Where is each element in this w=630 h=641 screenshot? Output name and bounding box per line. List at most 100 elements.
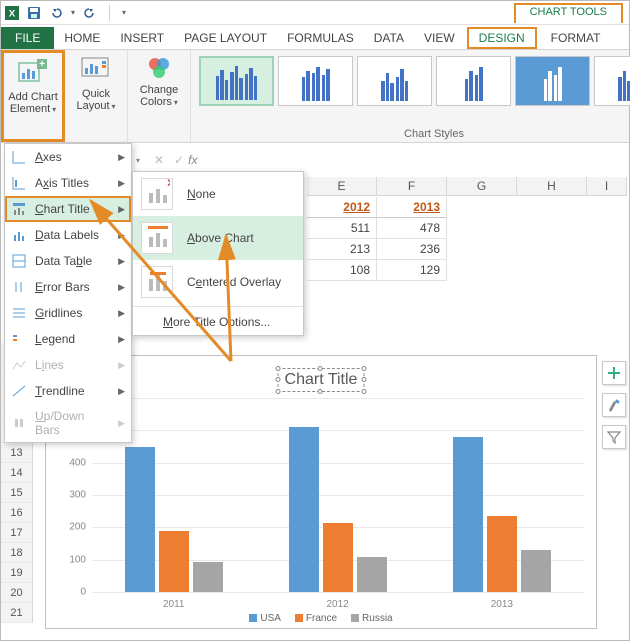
ribbon: + Add Chart Element Quick Layout Change …: [1, 49, 629, 143]
enter-icon[interactable]: ✓: [174, 153, 184, 167]
save-icon[interactable]: [27, 6, 41, 20]
chart-style-2[interactable]: [278, 56, 353, 106]
tab-home[interactable]: HOME: [54, 27, 110, 49]
cell-f3[interactable]: 236: [377, 239, 447, 260]
col-e[interactable]: E: [307, 177, 377, 196]
svg-text:✕: ✕: [166, 179, 170, 190]
chevron-right-icon: ▶: [118, 204, 125, 215]
row-18[interactable]: 18: [1, 543, 33, 563]
change-colors-label: Change Colors: [134, 84, 184, 109]
add-chart-element-menu: Axes ▶ Axis Titles ▶ Chart Title ▶ Data …: [4, 143, 132, 443]
updown-icon: [11, 415, 27, 431]
chart-legend[interactable]: USAFranceRussia: [46, 613, 596, 624]
row-13[interactable]: 13: [1, 443, 33, 463]
chart-filters-button[interactable]: [602, 425, 626, 449]
axis-titles-icon: [11, 175, 27, 191]
submenu-none[interactable]: ✕ None: [133, 172, 303, 216]
chart-title-box[interactable]: Chart Title: [278, 368, 365, 392]
chevron-right-icon: ▶: [118, 360, 125, 371]
tab-formulas[interactable]: FORMULAS: [277, 27, 364, 49]
row-16[interactable]: 16: [1, 503, 33, 523]
cell-f2[interactable]: 478: [377, 218, 447, 239]
row-21[interactable]: 21: [1, 603, 33, 623]
excel-icon: X: [5, 6, 19, 20]
tab-data[interactable]: DATA: [364, 27, 414, 49]
quick-layout-icon: [80, 54, 112, 86]
submenu-more-options[interactable]: More Title Options...: [133, 309, 303, 335]
chart-style-5[interactable]: [515, 56, 590, 106]
cell-f1[interactable]: 2013: [377, 197, 447, 218]
tab-file[interactable]: FILE: [1, 27, 54, 49]
chart-style-4[interactable]: [436, 56, 511, 106]
menu-axis-titles[interactable]: Axis Titles ▶: [5, 170, 131, 196]
quick-layout-button[interactable]: Quick Layout: [69, 52, 123, 115]
qat-customize-icon[interactable]: ▾: [122, 8, 126, 17]
cancel-icon[interactable]: ✕: [154, 153, 164, 167]
tab-page-layout[interactable]: PAGE LAYOUT: [174, 27, 277, 49]
tab-design[interactable]: DESIGN: [467, 27, 537, 49]
chart-style-3[interactable]: [357, 56, 432, 106]
chevron-right-icon: ▶: [118, 230, 125, 241]
cell-e2[interactable]: 511: [307, 218, 377, 239]
namebox-dropdown-icon[interactable]: ▾: [136, 156, 140, 165]
chevron-right-icon: ▶: [118, 418, 125, 429]
undo-icon[interactable]: [49, 6, 63, 20]
cell-e3[interactable]: 213: [307, 239, 377, 260]
submenu-centered-overlay[interactable]: Centered Overlay: [133, 260, 303, 304]
add-chart-element-icon: +: [17, 57, 49, 89]
cell-f4[interactable]: 129: [377, 260, 447, 281]
error-bars-icon: [11, 279, 27, 295]
cell-e1[interactable]: 2012: [307, 197, 377, 218]
chevron-right-icon: ▶: [118, 178, 125, 189]
axes-icon: [11, 149, 27, 165]
redo-icon[interactable]: [83, 6, 97, 20]
row-19[interactable]: 19: [1, 563, 33, 583]
col-f[interactable]: F: [377, 177, 447, 196]
chart-title-submenu: ✕ None Above Chart Centered Overlay More…: [132, 171, 304, 336]
chevron-right-icon: ▶: [118, 282, 125, 293]
row-15[interactable]: 15: [1, 483, 33, 503]
col-h[interactable]: H: [517, 177, 587, 196]
tab-insert[interactable]: INSERT: [110, 27, 174, 49]
chart-elements-button[interactable]: [602, 361, 626, 385]
menu-error-bars[interactable]: Error Bars ▶: [5, 274, 131, 300]
menu-data-labels[interactable]: Data Labels ▶: [5, 222, 131, 248]
column-headers: E F G H I: [307, 177, 627, 196]
chart-title-icon: [11, 201, 27, 217]
centered-overlay-icon: [141, 266, 173, 298]
chart-style-6[interactable]: [594, 56, 630, 106]
above-chart-icon: [141, 222, 173, 254]
cell-e4[interactable]: 108: [307, 260, 377, 281]
row-17[interactable]: 17: [1, 523, 33, 543]
formula-bar: ▾ ✕ ✓ fx: [136, 149, 625, 171]
menu-updown-bars: Up/Down Bars ▶: [5, 404, 131, 442]
menu-lines: Lines ▶: [5, 352, 131, 378]
chart-styles-gallery: [195, 52, 630, 110]
tab-view[interactable]: VIEW: [414, 27, 465, 49]
change-colors-button[interactable]: Change Colors: [132, 52, 186, 111]
chart-style-1[interactable]: [199, 56, 274, 106]
chart-styles-button[interactable]: [602, 393, 626, 417]
menu-legend[interactable]: Legend ▶: [5, 326, 131, 352]
col-g[interactable]: G: [447, 177, 517, 196]
plot-area[interactable]: 0100200300400500600201120122013: [92, 398, 584, 592]
add-chart-element-button[interactable]: + Add Chart Element: [6, 55, 60, 118]
quick-layout-group: Quick Layout: [65, 50, 128, 142]
submenu-above-chart[interactable]: Above Chart: [133, 216, 303, 260]
chart-tools-contextual-tab: CHART TOOLS: [514, 3, 623, 23]
ribbon-tabs: FILE HOME INSERT PAGE LAYOUT FORMULAS DA…: [1, 25, 629, 49]
menu-gridlines[interactable]: Gridlines ▶: [5, 300, 131, 326]
svg-text:+: +: [39, 59, 45, 70]
menu-chart-title[interactable]: Chart Title ▶: [5, 196, 131, 222]
row-20[interactable]: 20: [1, 583, 33, 603]
menu-trendline[interactable]: Trendline ▶: [5, 378, 131, 404]
tab-format[interactable]: FORMAT: [541, 27, 611, 49]
fx-icon[interactable]: fx: [188, 153, 197, 167]
menu-axes[interactable]: Axes ▶: [5, 144, 131, 170]
undo-dropdown-icon[interactable]: ▾: [71, 8, 75, 17]
menu-data-table[interactable]: Data Table ▶: [5, 248, 131, 274]
row-14[interactable]: 14: [1, 463, 33, 483]
chart-styles-label: Chart Styles: [195, 128, 630, 140]
col-i[interactable]: I: [587, 177, 627, 196]
chevron-right-icon: ▶: [118, 386, 125, 397]
